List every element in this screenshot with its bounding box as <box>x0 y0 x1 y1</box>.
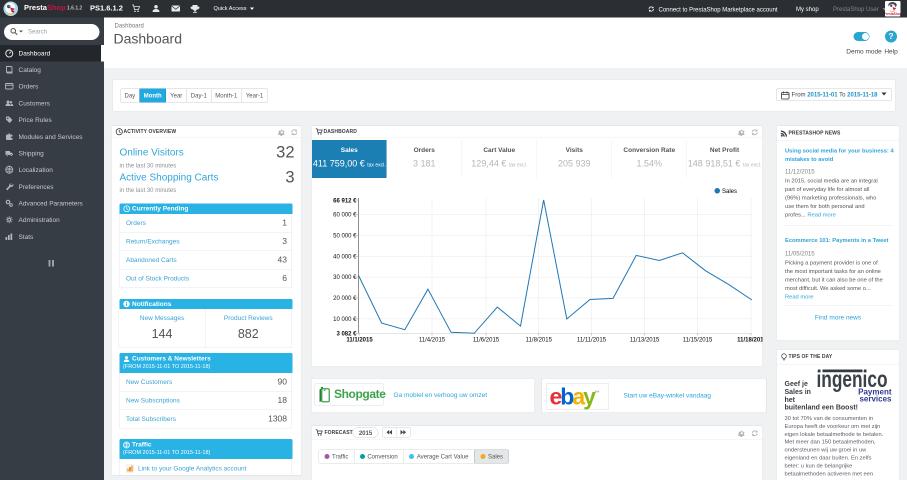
svg-text:3 082 €: 3 082 € <box>336 331 357 337</box>
svg-text:11/11/2015: 11/11/2015 <box>577 338 607 344</box>
svg-text:20 000 €: 20 000 € <box>333 296 357 302</box>
svg-text:11/15/2015: 11/15/2015 <box>683 338 713 344</box>
svg-text:11/8/2015: 11/8/2015 <box>526 338 553 344</box>
svg-text:40 000 €: 40 000 € <box>333 254 357 260</box>
svg-text:11/6/2015: 11/6/2015 <box>473 338 500 344</box>
svg-text:50 000 €: 50 000 € <box>333 233 357 239</box>
svg-text:66 912 €: 66 912 € <box>333 198 357 204</box>
svg-text:11/13/2015: 11/13/2015 <box>630 338 660 344</box>
svg-text:11/18/2015: 11/18/2015 <box>737 338 763 344</box>
svg-text:10 000 €: 10 000 € <box>333 317 357 323</box>
svg-text:60 000 €: 60 000 € <box>333 213 357 219</box>
svg-text:services: services <box>859 395 892 404</box>
svg-text:PrestaShop: PrestaShop <box>885 12 901 16</box>
svg-text:11/4/2015: 11/4/2015 <box>419 338 446 344</box>
svg-text:30 000 €: 30 000 € <box>333 275 357 281</box>
svg-text:11/1/2015: 11/1/2015 <box>346 338 373 344</box>
